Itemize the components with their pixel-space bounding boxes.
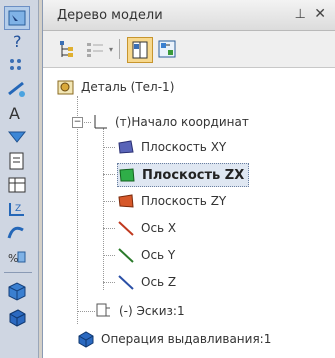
tree-root-label: Деталь (Тел-1) xyxy=(81,80,175,94)
toolbar-separator xyxy=(119,39,120,59)
curve-icon[interactable] xyxy=(5,222,29,244)
tree-item-plane-xy[interactable]: Плоскость XY xyxy=(117,136,226,158)
tree-item-label: Плоскость XY xyxy=(141,140,227,154)
plane-xy-icon xyxy=(117,138,135,156)
split-view-icon[interactable] xyxy=(127,37,153,63)
tree-item-axis-y[interactable]: Ось Y xyxy=(117,244,175,266)
params-icon[interactable]: % xyxy=(5,246,29,268)
tree-item-label: Операция выдавливания:1 xyxy=(101,332,272,346)
tree-origin-label: (т)Начало координат xyxy=(115,115,249,129)
svg-text:Z: Z xyxy=(15,204,21,214)
arrow-icon[interactable] xyxy=(5,126,29,148)
tree-item-label: (-) Эскиз:1 xyxy=(119,304,185,318)
table-icon[interactable] xyxy=(5,174,29,196)
tree-item-label: Ось X xyxy=(141,221,177,235)
svg-text:%: % xyxy=(8,252,18,265)
extrusion-icon xyxy=(77,330,95,348)
axis-z-icon xyxy=(117,273,135,291)
tree-view-icon[interactable] xyxy=(55,37,79,61)
part-icon xyxy=(57,78,75,96)
close-icon[interactable]: ✕ xyxy=(314,6,326,22)
tree-item-axis-x[interactable]: Ось X xyxy=(117,217,176,239)
origin-icon xyxy=(91,113,109,131)
solid-icon[interactable] xyxy=(5,280,29,302)
plane-zx-icon xyxy=(118,166,136,184)
sheet-icon[interactable] xyxy=(5,150,29,172)
tree-item-plane-zx[interactable]: Плоскость ZX xyxy=(117,163,250,187)
panel-title: Дерево модели xyxy=(57,8,163,23)
select-icon[interactable] xyxy=(4,6,30,30)
dots-icon[interactable] xyxy=(5,54,29,76)
tree-item-extrusion[interactable]: Операция выдавливания:1 xyxy=(77,328,271,350)
text-icon[interactable]: A xyxy=(5,102,29,124)
tree-root-part[interactable]: Деталь (Тел-1) xyxy=(57,76,174,98)
sketch-icon xyxy=(95,302,113,320)
axis-y-icon xyxy=(117,246,135,264)
tree-item-label: Ось Y xyxy=(141,248,176,262)
svg-text:?: ? xyxy=(13,32,22,51)
axis-x-icon xyxy=(117,219,135,237)
measure-icon[interactable] xyxy=(5,78,29,100)
pin-icon[interactable]: ⊥ xyxy=(295,7,306,22)
tree-item-label: Ось Z xyxy=(141,275,177,289)
tree-item-label: Плоскость ZY xyxy=(141,194,227,208)
panel-title-bar: Дерево модели ⊥ ✕ xyxy=(43,0,335,31)
tree-list-icon[interactable] xyxy=(83,37,107,61)
panel-toolbar: ▾ xyxy=(43,31,335,68)
left-toolbar: ? A Z % xyxy=(0,0,39,358)
collapse-icon[interactable]: − xyxy=(72,117,83,128)
plane-zy-icon xyxy=(117,192,135,210)
structure-view-icon[interactable] xyxy=(155,37,179,61)
tree-item-sketch[interactable]: (-) Эскиз:1 xyxy=(95,300,185,322)
tree-origin[interactable]: (т)Начало координат xyxy=(91,111,249,133)
tree-item-plane-zy[interactable]: Плоскость ZY xyxy=(117,190,226,212)
chevron-down-icon[interactable]: ▾ xyxy=(109,45,113,54)
model-tree-panel: Дерево модели ⊥ ✕ ▾ Деталь (Тел-1) − (т)… xyxy=(42,0,335,358)
cube-icon[interactable] xyxy=(5,306,29,328)
help-icon[interactable]: ? xyxy=(5,30,29,52)
dimension-icon[interactable]: Z xyxy=(5,198,29,220)
svg-text:A: A xyxy=(9,104,20,123)
model-tree: Деталь (Тел-1) − (т)Начало координат Пло… xyxy=(43,68,335,358)
tree-item-axis-z[interactable]: Ось Z xyxy=(117,271,176,293)
tree-item-label: Плоскость ZX xyxy=(142,167,245,183)
